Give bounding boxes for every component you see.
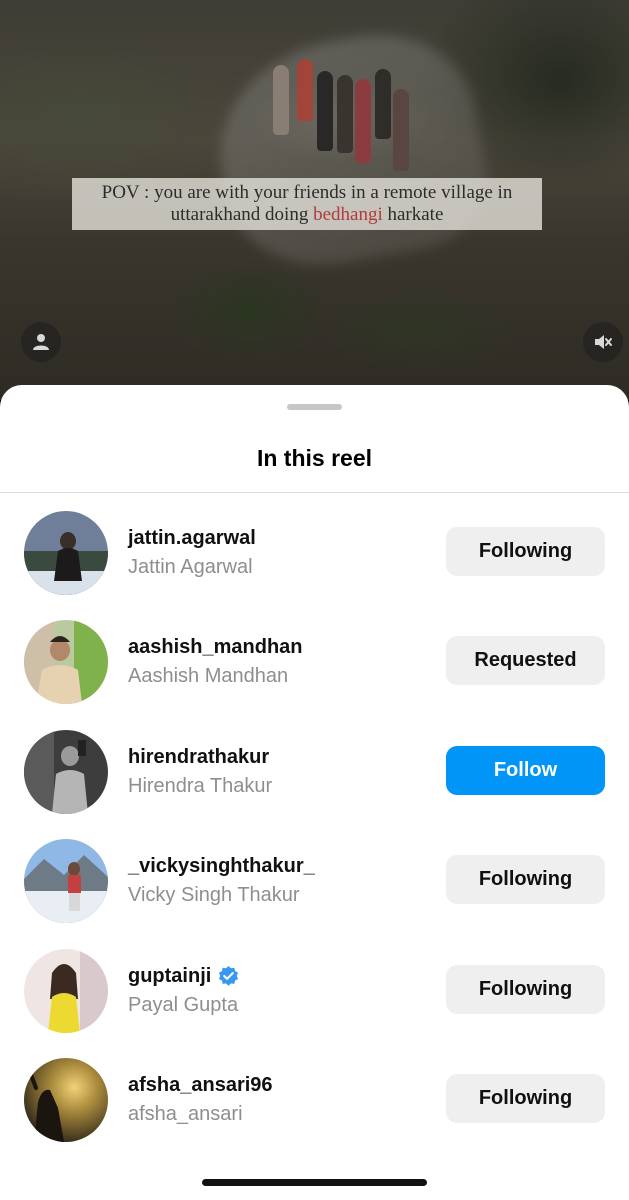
sheet-divider [0,492,629,493]
video-text-overlay: POV : you are with your friends in a rem… [72,178,542,230]
avatar[interactable] [24,1058,108,1142]
caption-line-1: POV : you are with your friends in a rem… [101,182,513,203]
account-row[interactable]: hirendrathakur Hirendra Thakur Follow [0,721,629,821]
username[interactable]: _vickysinghthakur_ [128,855,315,878]
avatar[interactable] [24,620,108,704]
home-indicator[interactable] [202,1179,427,1186]
avatar[interactable] [24,839,108,923]
username-text[interactable]: hirendrathakur [128,746,269,769]
follow-button[interactable]: Follow [446,746,605,795]
username[interactable]: hirendrathakur [128,746,269,769]
full-name: Hirendra Thakur [128,775,273,797]
avatar[interactable] [24,511,108,595]
following-button[interactable]: Following [446,965,605,1014]
full-name: Aashish Mandhan [128,665,289,687]
account-row[interactable]: aashish_mandhan Aashish Mandhan Requeste… [0,611,629,711]
following-button[interactable]: Following [446,855,605,904]
caption-highlight: bedhangi [313,204,383,225]
account-row[interactable]: guptainji Payal Gupta Following [0,940,629,1040]
requested-button[interactable]: Requested [446,636,605,685]
sheet-grabber-handle[interactable] [287,404,342,410]
username-text[interactable]: _vickysinghthakur_ [128,855,315,878]
in-this-reel-sheet: In this reel jattin.agarwal Jattin Agarw… [0,385,629,1200]
account-row[interactable]: afsha_ansari96 afsha_ansari Following [0,1049,629,1149]
sheet-title: In this reel [256,445,373,471]
person-icon[interactable] [21,322,61,362]
verified-badge-icon [219,965,239,986]
caption-line-2: uttarakhand doing bedhangi harkate [171,204,444,226]
following-button[interactable]: Following [446,1074,605,1123]
account-row[interactable]: _vickysinghthakur_ Vicky Singh Thakur Fo… [0,830,629,930]
avatar[interactable] [24,949,108,1033]
full-name: Vicky Singh Thakur [128,884,300,906]
username[interactable]: afsha_ansari96 [128,1074,273,1097]
muted-speaker-icon[interactable] [583,322,623,362]
username-text[interactable]: aashish_mandhan [128,636,303,659]
username[interactable]: jattin.agarwal [128,527,256,550]
full-name: Payal Gupta [128,994,239,1016]
avatar[interactable] [24,730,108,814]
caption-line-2-text: uttarakhand doing [170,204,314,225]
video-group-of-people [255,55,415,175]
reel-video-preview[interactable]: POV : you are with your friends in a rem… [0,0,629,400]
full-name: afsha_ansari [128,1103,243,1125]
following-button[interactable]: Following [446,527,605,576]
username[interactable]: guptainji [128,965,240,988]
username-text[interactable]: jattin.agarwal [128,527,256,550]
full-name: Jattin Agarwal [128,556,253,578]
caption-line-2-end: harkate [382,204,444,225]
account-row[interactable]: jattin.agarwal Jattin Agarwal Following [0,502,629,602]
username-text[interactable]: afsha_ansari96 [128,1074,273,1097]
username-text[interactable]: guptainji [128,965,211,988]
username[interactable]: aashish_mandhan [128,636,303,659]
